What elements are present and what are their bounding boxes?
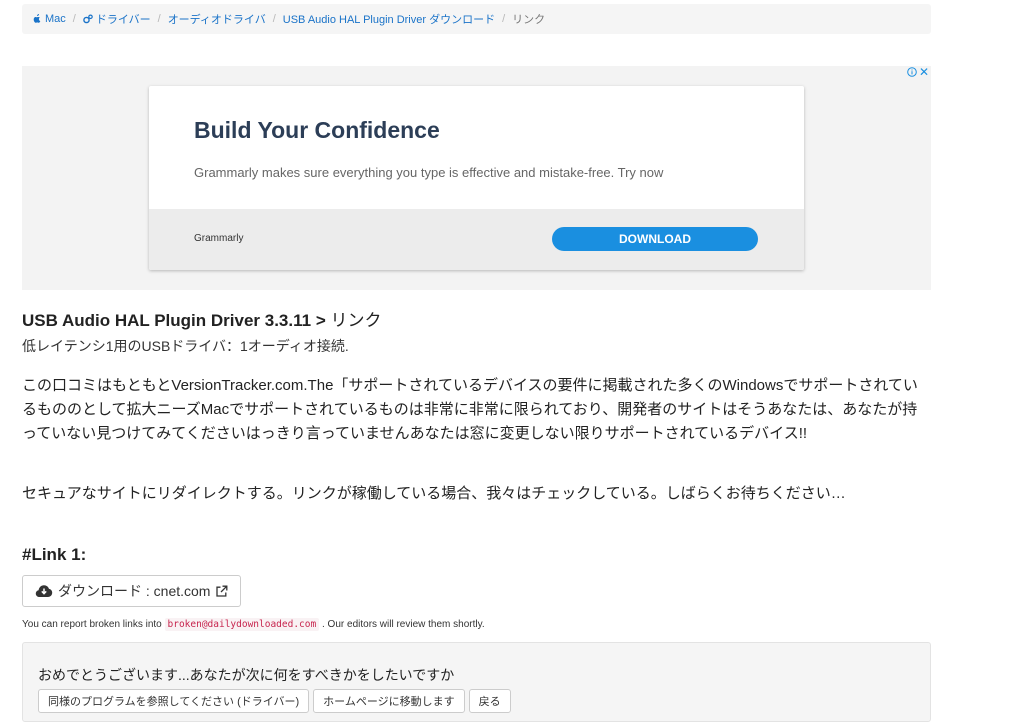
next-steps-buttons: 同様のプログラムを参照してください (ドライバー) ホームページに移動します 戻… xyxy=(38,689,511,713)
page-title-suffix: リンク xyxy=(330,311,382,330)
breadcrumb-separator: / xyxy=(272,13,276,25)
breadcrumb-label: オーディオドライバ xyxy=(167,14,266,26)
page-title: USB Audio HAL Plugin Driver 3.3.11 > リンク xyxy=(22,306,381,331)
cloud-download-icon xyxy=(35,585,53,597)
link-heading: #Link 1: xyxy=(22,545,87,564)
breadcrumb-item-download[interactable]: USB Audio HAL Plugin Driver ダウンロード xyxy=(283,11,495,27)
gears-icon xyxy=(83,14,93,24)
redirect-notice: セキュアなサイトにリダイレクトする。リンクが稼働している場合、我々はチェックして… xyxy=(22,485,846,502)
next-steps-title: おめでとうございます...あなたが次に何をすべきかをしたいですか xyxy=(38,667,455,683)
page-title-text: USB Audio HAL Plugin Driver 3.3.11 xyxy=(22,311,312,330)
back-button[interactable]: 戻る xyxy=(468,689,511,713)
ad-footer: Grammarly DOWNLOAD xyxy=(149,209,804,270)
breadcrumb-separator: / xyxy=(157,13,161,25)
ad-brand: Grammarly xyxy=(194,233,244,244)
breadcrumb-label: USB Audio HAL Plugin Driver ダウンロード xyxy=(282,14,496,26)
ad-headline: Build Your Confidence xyxy=(194,117,440,143)
broken-link-report: You can report broken links into broken@… xyxy=(22,618,485,631)
breadcrumb-item-audio-drivers[interactable]: オーディオドライバ xyxy=(168,11,266,27)
download-button-label: ダウンロード : cnet.com xyxy=(58,583,211,599)
report-email[interactable]: broken@dailydownloaded.com xyxy=(164,618,320,631)
ad-card[interactable]: Build Your Confidence Grammarly makes su… xyxy=(149,86,804,270)
breadcrumb-label: Mac xyxy=(45,13,66,25)
next-steps-box: おめでとうございます...あなたが次に何をすべきかをしたいですか 同様のプログラ… xyxy=(22,642,931,722)
report-suffix: . Our editors will review them shortly. xyxy=(322,619,485,630)
description-paragraph: この口コミはもともとVersionTracker.com.The「サポートされて… xyxy=(22,377,918,442)
breadcrumb-separator: / xyxy=(502,13,506,25)
external-link-icon xyxy=(216,585,228,597)
download-cnet-button[interactable]: ダウンロード : cnet.com xyxy=(22,575,242,607)
apple-icon xyxy=(33,14,41,23)
homepage-button[interactable]: ホームページに移動します xyxy=(313,689,465,713)
ad-download-button[interactable]: DOWNLOAD xyxy=(552,227,758,251)
breadcrumb-separator: / xyxy=(72,13,76,25)
ad-close-icon[interactable]: ✕ xyxy=(919,66,929,78)
breadcrumb-item-mac[interactable]: Mac xyxy=(32,13,66,25)
ad-info-icon[interactable] xyxy=(907,67,917,77)
similar-programs-button[interactable]: 同様のプログラムを参照してください (ドライバー) xyxy=(38,689,310,713)
page-subtitle: 低レイテンシ1用のUSBドライバ：1オーディオ接続. xyxy=(22,338,349,354)
breadcrumb-current: リンク xyxy=(512,14,546,26)
breadcrumb: Mac / ドライバー / オーディオドライバ / USB Audio HAL … xyxy=(22,4,931,34)
ad-banner: ✕ Build Your Confidence Grammarly makes … xyxy=(22,66,931,290)
ad-controls: ✕ xyxy=(907,66,929,78)
breadcrumb-label: ドライバー xyxy=(95,14,151,26)
report-prefix: You can report broken links into xyxy=(22,619,162,630)
ad-subtext: Grammarly makes sure everything you type… xyxy=(194,165,664,180)
page-title-arrow: > xyxy=(315,311,326,330)
breadcrumb-item-drivers[interactable]: ドライバー xyxy=(83,11,151,27)
